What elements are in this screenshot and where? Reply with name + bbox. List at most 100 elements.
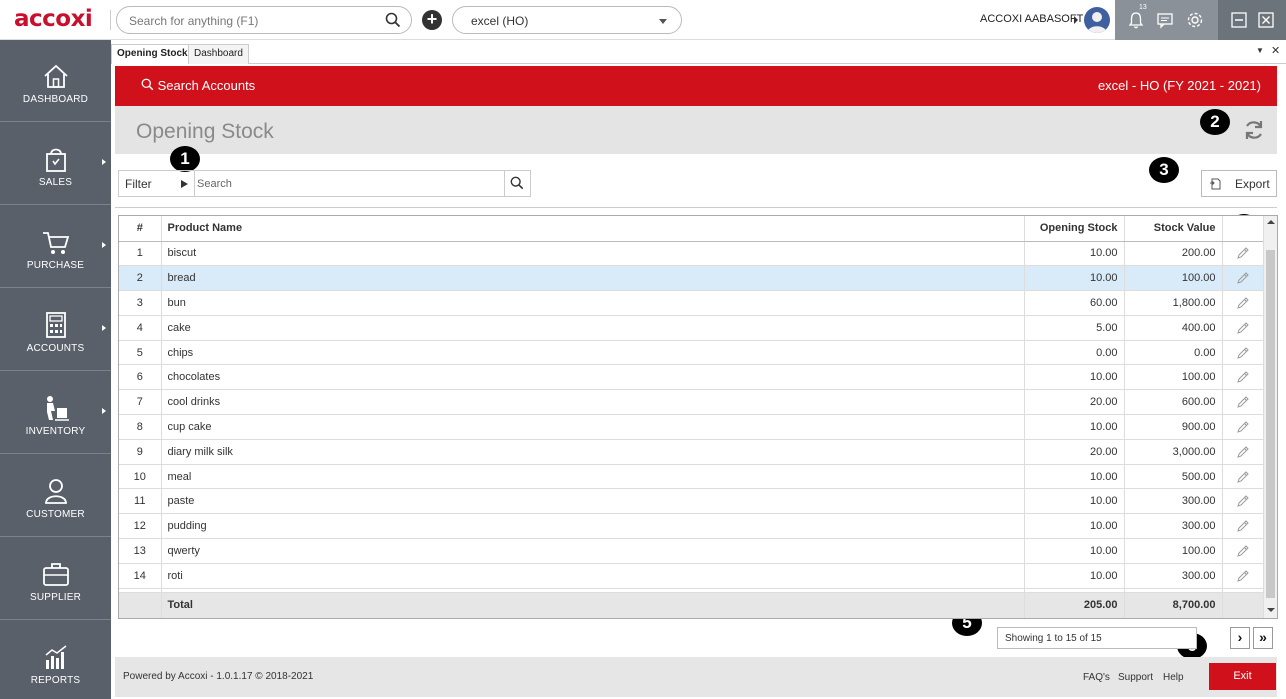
tab-dashboard[interactable]: Dashboard [188,44,249,64]
table-row[interactable]: 4 cake 5.00 400.00 [119,315,1265,341]
refresh-icon[interactable] [1242,118,1266,142]
close-tab-icon[interactable]: ✕ [1271,44,1280,57]
table-row[interactable]: 12 pudding 10.00 300.00 [119,513,1265,540]
column-header-opening-stock[interactable]: Opening Stock [1024,216,1125,242]
stock-value-cell: 400.00 [1124,315,1223,341]
export-button[interactable]: Export [1201,170,1277,197]
add-new-button[interactable]: + [422,10,442,30]
edit-row-button[interactable] [1222,488,1265,515]
column-header-index[interactable]: # [119,216,162,242]
edit-row-button[interactable] [1222,265,1265,292]
filter-search-input[interactable] [197,173,503,194]
bell-icon[interactable] [1126,10,1146,30]
faq-link[interactable]: FAQ's [1083,672,1110,683]
minimize-icon[interactable] [1229,10,1249,30]
table-row[interactable]: 6 chocolates 10.00 100.00 [119,364,1265,391]
table-row[interactable]: 2 bread 10.00 100.00 [119,265,1265,292]
pencil-icon [1237,470,1249,483]
help-link[interactable]: Help [1163,672,1184,683]
filter-dropdown[interactable]: Filter [125,177,152,191]
tab-opening-stock[interactable]: Opening Stock [111,44,194,64]
edit-row-button[interactable] [1222,538,1265,564]
row-index: 3 [119,290,162,316]
message-icon[interactable] [1155,10,1175,30]
user-menu-caret-icon[interactable] [1074,16,1078,24]
product-name-cell: cool drinks [161,389,1025,416]
table-row[interactable]: 14 roti 10.00 300.00 [119,563,1265,589]
table-row[interactable]: 11 paste 10.00 300.00 [119,488,1265,515]
edit-row-button[interactable] [1222,364,1265,391]
app-logo[interactable]: accoxi [14,6,93,32]
opening-stock-cell: 10.00 [1024,488,1125,515]
filter-bar: Filter [118,170,531,197]
search-icon[interactable] [385,12,401,28]
company-select[interactable]: excel (HO) [452,6,682,34]
gear-icon[interactable] [1185,10,1205,30]
table-row[interactable]: 1 biscut 10.00 200.00 [119,241,1265,267]
edit-row-button[interactable] [1222,563,1265,589]
search-icon[interactable] [510,176,524,190]
global-search-input[interactable]: Search for anything (F1) [116,6,412,34]
edit-row-button[interactable] [1222,315,1265,341]
table-row[interactable]: 13 qwerty 10.00 100.00 [119,538,1265,564]
scrollbar-thumb[interactable] [1266,250,1275,598]
table-row[interactable]: 7 cool drinks 20.00 600.00 [119,389,1265,416]
edit-row-button[interactable] [1222,439,1265,465]
support-link[interactable]: Support [1118,672,1153,683]
stock-value-cell: 3,000.00 [1124,439,1223,465]
search-accounts-button[interactable]: Search Accounts [141,78,255,93]
product-name-cell: bread [161,265,1025,292]
table-row[interactable]: 3 bun 60.00 1,800.00 [119,290,1265,316]
filter-divider [194,171,195,196]
calculator-icon [46,312,66,338]
pencil-icon [1237,346,1249,359]
last-page-button[interactable]: » [1253,627,1273,649]
sidebar-item-supplier[interactable]: SUPPLIER [0,538,111,620]
sidebar-item-accounts[interactable]: ACCOUNTS [0,289,111,371]
scroll-down-icon[interactable] [1267,608,1275,612]
page-title-bar: Opening Stock [115,106,1277,154]
table-row[interactable]: 9 diary milk silk 20.00 3,000.00 [119,439,1265,465]
stock-value-cell: 600.00 [1124,389,1223,416]
table-row[interactable]: 10 meal 10.00 500.00 [119,464,1265,490]
user-name[interactable]: ACCOXI AABASOFT [980,13,1083,25]
edit-row-button[interactable] [1222,241,1265,267]
product-name-cell: pudding [161,513,1025,540]
sidebar-item-reports[interactable]: REPORTS [0,621,111,699]
sidebar-item-sales[interactable]: SALES [0,123,111,205]
callout-1: 1 [170,146,200,172]
row-index: 9 [119,439,162,465]
stock-value-cell: 200.00 [1124,241,1223,267]
sidebar-item-dashboard[interactable]: DASHBOARD [0,40,111,122]
submenu-arrow-icon [102,242,106,248]
row-index: 6 [119,364,162,391]
sidebar-item-purchase[interactable]: PURCHASE [0,206,111,288]
stock-value-cell: 100.00 [1124,538,1223,564]
edit-row-button[interactable] [1222,389,1265,416]
search-accounts-label: Search Accounts [157,78,256,93]
row-index: 5 [119,340,162,366]
callout-2: 2 [1200,109,1230,135]
close-window-icon[interactable] [1256,10,1276,30]
table-row[interactable]: 8 cup cake 10.00 900.00 [119,414,1265,440]
sidebar-item-inventory[interactable]: INVENTORY [0,372,111,454]
avatar[interactable] [1084,7,1110,33]
edit-row-button[interactable] [1222,513,1265,540]
filter-arrow-icon[interactable] [181,180,188,188]
pencil-icon [1237,297,1249,309]
stock-value-cell: 100.00 [1124,265,1223,292]
edit-row-button[interactable] [1222,464,1265,490]
edit-row-button[interactable] [1222,290,1265,316]
total-actions-cell [1222,592,1265,619]
column-header-stock-value[interactable]: Stock Value [1124,216,1223,242]
edit-row-button[interactable] [1222,340,1265,366]
column-header-product-name[interactable]: Product Name [161,216,1025,242]
table-row[interactable]: 5 chips 0.00 0.00 [119,340,1265,366]
edit-row-button[interactable] [1222,414,1265,440]
scroll-up-icon[interactable] [1267,220,1275,224]
vertical-scrollbar[interactable] [1263,216,1277,618]
sidebar-item-customer[interactable]: CUSTOMER [0,455,111,537]
next-page-button[interactable]: › [1230,627,1250,649]
exit-button[interactable]: Exit [1209,663,1276,690]
tab-list-dropdown-icon[interactable]: ▼ [1256,46,1264,55]
